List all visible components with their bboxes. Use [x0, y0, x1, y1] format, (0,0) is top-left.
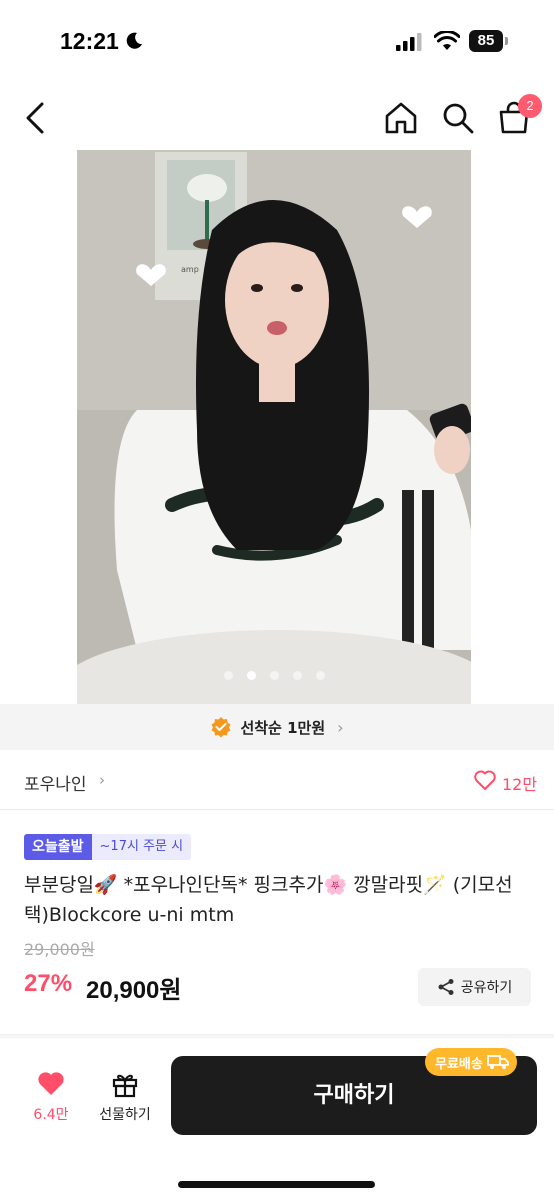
discount-rate: 27% [24, 970, 73, 997]
battery-level: 85 [469, 30, 503, 52]
carousel-dots [77, 671, 471, 680]
truck-icon [486, 1055, 509, 1069]
carousel-dot[interactable] [315, 671, 325, 680]
carousel-dot[interactable] [269, 671, 279, 680]
top-navigation: 2 [0, 90, 554, 146]
wishlist-button[interactable]: 6.4만 [26, 1070, 76, 1130]
gift-button[interactable]: 선물하기 [90, 1070, 160, 1130]
gift-label: 선물하기 [99, 1107, 151, 1123]
moon-icon [126, 32, 142, 49]
home-indicator [178, 1181, 375, 1188]
promo-text: 선착순 1만원 [240, 718, 326, 737]
free-shipping-badge: 무료배송 [425, 1048, 517, 1076]
status-bar: 12:21 85 [0, 0, 554, 84]
carousel-dot[interactable] [223, 671, 233, 680]
product-photo: amp [77, 150, 471, 704]
search-icon[interactable] [440, 100, 476, 136]
first-come-coupon-banner[interactable]: 선착순 1만원 › [0, 704, 554, 750]
free-shipping-label: 무료배송 [435, 1056, 483, 1072]
product-image-carousel[interactable]: amp [77, 150, 471, 704]
wishlist-count: 6.4만 [33, 1107, 69, 1123]
share-icon [438, 979, 454, 995]
gift-icon [112, 1074, 138, 1098]
share-label: 공유하기 [460, 980, 513, 996]
sale-price: 20,900원 [86, 977, 182, 1004]
battery-indicator: 85 [469, 30, 509, 52]
order-cutoff-tag: ~17시 주문 시 [91, 834, 192, 860]
original-price: 29,000원 [24, 940, 95, 959]
store-row: 포우나인 › 12만 [0, 752, 554, 810]
shipping-tag: 오늘출발 ~17시 주문 시 [24, 834, 192, 860]
cart-count-badge: 2 [518, 94, 542, 118]
cellular-signal-icon [396, 33, 422, 51]
store-name-link[interactable]: 포우나인 [24, 770, 87, 795]
status-time: 12:21 [60, 28, 119, 54]
store-like-count: 12만 [502, 775, 538, 794]
wifi-icon [434, 31, 460, 50]
carousel-dot[interactable] [292, 671, 302, 680]
share-button[interactable]: 공유하기 [418, 968, 531, 1006]
today-ship-tag: 오늘출발 [24, 834, 92, 860]
heart-outline-icon[interactable] [473, 768, 497, 792]
battery-tip [505, 37, 508, 45]
heart-filled-icon [38, 1072, 64, 1095]
product-title: 부분당일🚀 *포우나인단독* 핑크추가🌸 깡말라핏🪄 (기모선택)Blockco… [24, 874, 513, 926]
carousel-dot-active[interactable] [246, 671, 256, 680]
store-chevron-icon: › [99, 771, 105, 789]
promo-chevron-icon: › [337, 717, 344, 737]
home-icon[interactable] [383, 100, 419, 136]
back-arrow-icon[interactable] [20, 98, 52, 138]
svg-text:amp: amp [181, 265, 199, 274]
verified-badge-icon [211, 717, 231, 738]
